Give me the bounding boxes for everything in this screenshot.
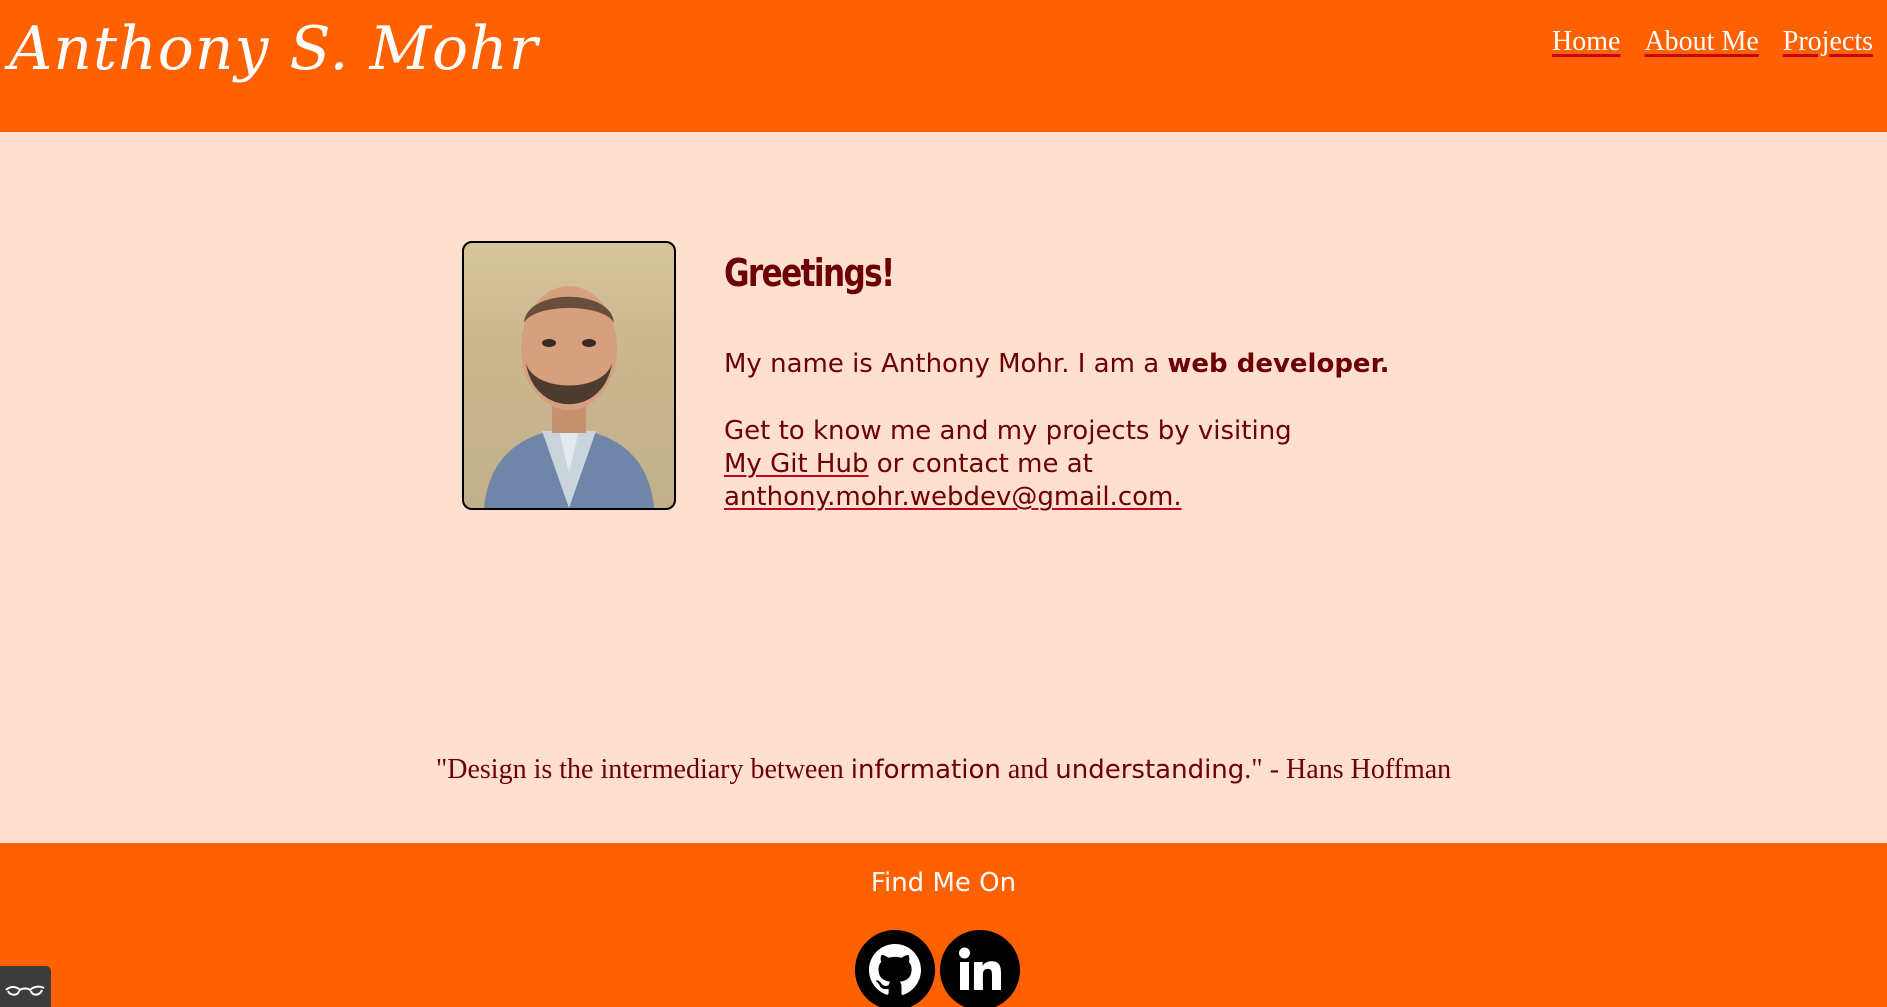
- email-link[interactable]: anthony.mohr.webdev@gmail.com.: [724, 482, 1182, 512]
- intro-prefix: My name is Anthony Mohr. I am a: [724, 349, 1168, 379]
- github-icon: [855, 930, 935, 1007]
- contact-line-3: anthony.mohr.webdev@gmail.com.: [724, 481, 1292, 514]
- glasses-widget-button[interactable]: [0, 966, 51, 1007]
- contact-line-1: Get to know me and my projects by visiti…: [724, 416, 1292, 446]
- contact-mid-text: or contact me at: [868, 449, 1093, 479]
- contact-text: Get to know me and my projects by visiti…: [724, 415, 1292, 514]
- nav-projects-link[interactable]: Projects: [1783, 26, 1873, 58]
- nav-about-me-link[interactable]: About Me: [1644, 26, 1758, 58]
- quote-word-information: information: [850, 755, 1001, 785]
- site-header: Anthony S. Mohr Home About Me Projects: [0, 0, 1887, 132]
- glasses-icon: [5, 985, 45, 996]
- intro-text: My name is Anthony Mohr. I am a web deve…: [724, 347, 1390, 381]
- quote-word-understanding: understanding: [1055, 755, 1245, 785]
- intro-emphasis: web developer.: [1167, 349, 1390, 379]
- site-footer: Find Me On: [0, 843, 1887, 1007]
- linkedin-icon: [940, 930, 1020, 1007]
- github-link[interactable]: My Git Hub: [724, 449, 868, 479]
- linkedin-social-link[interactable]: [940, 930, 1020, 1007]
- greeting-heading: Greetings!: [724, 251, 895, 295]
- github-social-link[interactable]: [855, 930, 935, 1007]
- quote: "Design is the intermediary between info…: [0, 754, 1887, 786]
- site-title: Anthony S. Mohr: [9, 14, 539, 84]
- main-nav: Home About Me Projects: [1552, 26, 1873, 58]
- nav-home-link[interactable]: Home: [1552, 26, 1620, 58]
- find-me-heading: Find Me On: [870, 868, 1017, 898]
- quote-part-3: ." - Hans Hoffman: [1244, 754, 1452, 785]
- quote-part-1: "Design is the intermediary between: [435, 754, 851, 785]
- quote-part-2: and: [1000, 754, 1056, 785]
- contact-line-2: My Git Hub or contact me at: [724, 448, 1292, 481]
- profile-photo: [462, 241, 676, 510]
